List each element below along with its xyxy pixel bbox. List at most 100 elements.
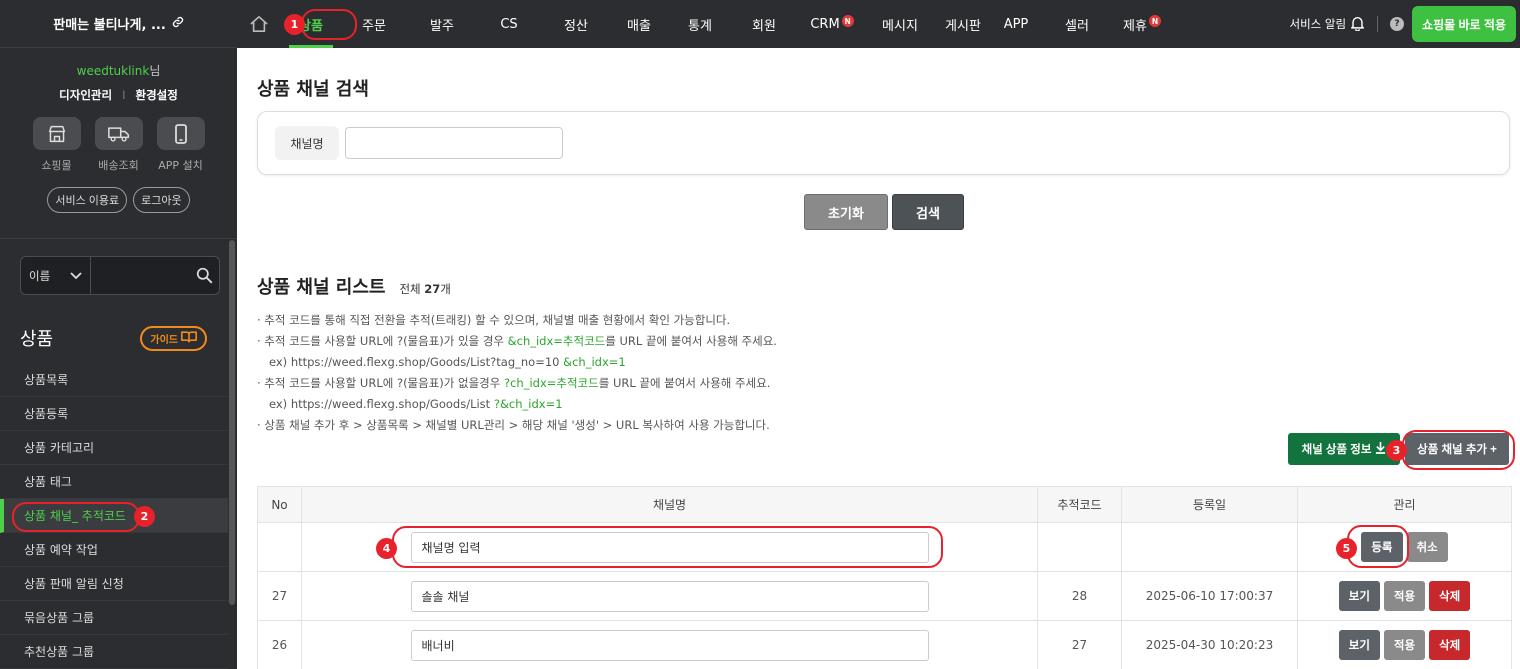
design-management-link[interactable]: 디자인관리 xyxy=(59,87,112,103)
nav-item-label: 발주 xyxy=(430,18,454,34)
new-channel-row: 채널명 입력 등록 취소 xyxy=(257,522,1512,572)
delete-button[interactable]: 삭제 xyxy=(1429,630,1471,660)
sidebar-item-product-list[interactable]: 상품목록 xyxy=(0,363,228,397)
nav-item-board[interactable]: 게시판 xyxy=(931,0,995,48)
channel-name-input[interactable]: 배너비 xyxy=(410,629,929,661)
delete-button[interactable]: 삭제 xyxy=(1429,581,1471,611)
sidebar-item-bundle-group[interactable]: 묶음상품 그룹 xyxy=(0,601,228,635)
cell-date xyxy=(1121,522,1298,572)
shop-name-label: 판매는 불티나게, ... xyxy=(53,18,166,33)
channel-name-search-input[interactable] xyxy=(345,127,563,159)
apply-button[interactable]: 적용 xyxy=(1383,630,1426,660)
note-text: ex) https://weed.flexg.shop/Goods/List?t… xyxy=(269,355,564,369)
search-type-select[interactable]: 이름 xyxy=(21,257,91,294)
help-icon[interactable]: ? xyxy=(1390,17,1405,31)
search-section-title: 상품 채널 검색 xyxy=(257,79,369,100)
cell-name: 배너비 xyxy=(301,620,1038,669)
channel-product-info-button[interactable]: 채널 상품 정보 xyxy=(1288,433,1400,465)
cancel-button[interactable]: 취소 xyxy=(1406,532,1448,562)
col-tracking-code: 추적코드 xyxy=(1037,486,1122,523)
mobile-icon xyxy=(156,117,205,150)
search-button[interactable]: 검색 xyxy=(892,194,964,230)
sidebar-item-product-category[interactable]: 상품 카테고리 xyxy=(0,431,228,465)
nav-item-settlement[interactable]: 정산 xyxy=(541,0,611,48)
nav-item-partner[interactable]: 제휴 N xyxy=(1117,0,1167,48)
note-line: · 추적 코드를 사용할 URL에 ?(물음표)가 있을 경우 &ch_idx=… xyxy=(257,331,777,352)
quick-delivery[interactable]: 배송조회 xyxy=(94,117,143,173)
nav-separator xyxy=(1377,16,1379,32)
nav-item-message[interactable]: 메시지 xyxy=(869,0,931,48)
col-no: No xyxy=(257,486,302,523)
nav-item-order[interactable]: 주문 xyxy=(341,0,407,48)
service-fee-button[interactable]: 서비스 이용료 xyxy=(47,187,128,213)
new-channel-name-input[interactable]: 채널명 입력 xyxy=(410,531,929,563)
add-channel-button[interactable]: 상품 채널 추가 + xyxy=(1405,433,1509,465)
sidebar-item-product-reservation[interactable]: 상품 예약 작업 xyxy=(0,533,228,567)
nav-item-seller[interactable]: 셀러 xyxy=(1037,0,1117,48)
shop-name[interactable]: 판매는 불티나게, ... xyxy=(0,0,237,48)
quick-shop[interactable]: 쇼핑몰 xyxy=(32,117,81,173)
truck-icon xyxy=(94,117,143,150)
nav-item-stats[interactable]: 통계 xyxy=(667,0,733,48)
table-row: 27 솔솔 채널 28 2025-06-10 17:00:37 보기 적용 삭제 xyxy=(257,571,1512,621)
nav-items: 상품 주문 발주 CS 정산 매출 통계 회원 CRM N 메시지 게시판 APP… xyxy=(281,0,1167,48)
sidebar-item-product-tag[interactable]: 상품 태그 xyxy=(0,465,228,499)
home-icon[interactable] xyxy=(237,0,281,48)
nav-item-label: 매출 xyxy=(627,18,651,34)
sidebar-divider xyxy=(0,238,237,239)
annotation-badge-2: 2 xyxy=(134,506,155,527)
table-header-row: No 채널명 추적코드 등록일 관리 xyxy=(257,486,1512,523)
col-register-date: 등록일 xyxy=(1121,486,1298,523)
sidebar-item-product-register[interactable]: 상품등록 xyxy=(0,397,228,431)
user-links: 디자인관리 I 환경설정 xyxy=(0,87,237,103)
nav-item-label: 통계 xyxy=(688,18,712,34)
sidebar-item-product-channel[interactable]: 상품 채널_ 추적코드 xyxy=(0,499,228,533)
quick-links: 쇼핑몰 배송조회 APP 설치 xyxy=(0,117,237,173)
quick-app[interactable]: APP 설치 xyxy=(156,117,205,173)
view-button[interactable]: 보기 xyxy=(1338,581,1380,611)
cell-code: 27 xyxy=(1037,620,1122,669)
sidebar-item-recommend-group[interactable]: 추천상품 그룹 xyxy=(0,635,228,669)
settings-link[interactable]: 환경설정 xyxy=(135,87,177,103)
guide-button[interactable]: 가이드 xyxy=(140,325,207,351)
apply-button[interactable]: 적용 xyxy=(1383,581,1426,611)
apply-shop-button[interactable]: 쇼핑몰 바로 적용 xyxy=(1412,6,1516,42)
cell-actions: 보기 적용 삭제 xyxy=(1297,620,1512,669)
sidebar-item-sale-alert[interactable]: 상품 판매 알림 신청 xyxy=(0,567,228,601)
nav-item-purchase[interactable]: 발주 xyxy=(407,0,477,48)
annotation-badge-5: 5 xyxy=(1336,538,1357,559)
note-line: · 추적 코드를 통해 직접 전환을 추적(트래킹) 할 수 있으며, 채널별 … xyxy=(257,313,731,327)
nav-item-crm[interactable]: CRM N xyxy=(795,0,869,48)
user-id: weedtuklink xyxy=(76,64,150,78)
sidebar-search: 이름 xyxy=(20,256,220,295)
cell-code: 28 xyxy=(1037,571,1122,621)
cell-name: 채널명 입력 xyxy=(301,522,1038,572)
register-button[interactable]: 등록 xyxy=(1361,532,1403,562)
nav-item-member[interactable]: 회원 xyxy=(733,0,795,48)
nav-right: 서비스 알림 ? 쇼핑몰 바로 적용 xyxy=(1289,0,1516,48)
cell-no: 27 xyxy=(257,571,302,621)
sidebar-scrollbar[interactable] xyxy=(229,240,235,605)
cell-code xyxy=(1037,522,1122,572)
guide-label: 가이드 xyxy=(150,334,178,346)
note-code: ?ch_idx=추적코드 xyxy=(504,376,599,390)
total-count: 전체 27개 xyxy=(399,281,450,297)
new-badge: N xyxy=(841,15,854,27)
sidebar-menu: 상품목록 상품등록 상품 카테고리 상품 태그 상품 채널_ 추적코드 상품 예… xyxy=(0,363,228,669)
nav-item-cs[interactable]: CS xyxy=(477,0,541,48)
cell-date: 2025-04-30 10:20:23 xyxy=(1121,620,1298,669)
nav-item-label: 회원 xyxy=(752,18,776,34)
user-buttons: 서비스 이용료 로그아웃 xyxy=(0,187,237,213)
nav-item-sales[interactable]: 매출 xyxy=(611,0,667,48)
logout-button[interactable]: 로그아웃 xyxy=(133,187,190,213)
sidebar: 판매는 불티나게, ... weedtuklink님 디자인관리 I 환경설정 … xyxy=(0,0,237,669)
reset-button[interactable]: 초기화 xyxy=(804,194,888,230)
note-line: · 상품 채널 추가 후 > 상품목록 > 채널별 URL관리 > 해당 채널 … xyxy=(257,418,770,432)
search-icon[interactable] xyxy=(189,267,219,284)
nav-item-app[interactable]: APP xyxy=(995,0,1037,48)
view-button[interactable]: 보기 xyxy=(1338,630,1380,660)
channel-name-input[interactable]: 솔솔 채널 xyxy=(410,580,929,612)
total-suffix: 개 xyxy=(440,282,451,296)
service-alarm[interactable]: 서비스 알림 xyxy=(1289,15,1365,34)
list-title: 상품 채널 리스트 전체 27개 xyxy=(257,273,451,299)
